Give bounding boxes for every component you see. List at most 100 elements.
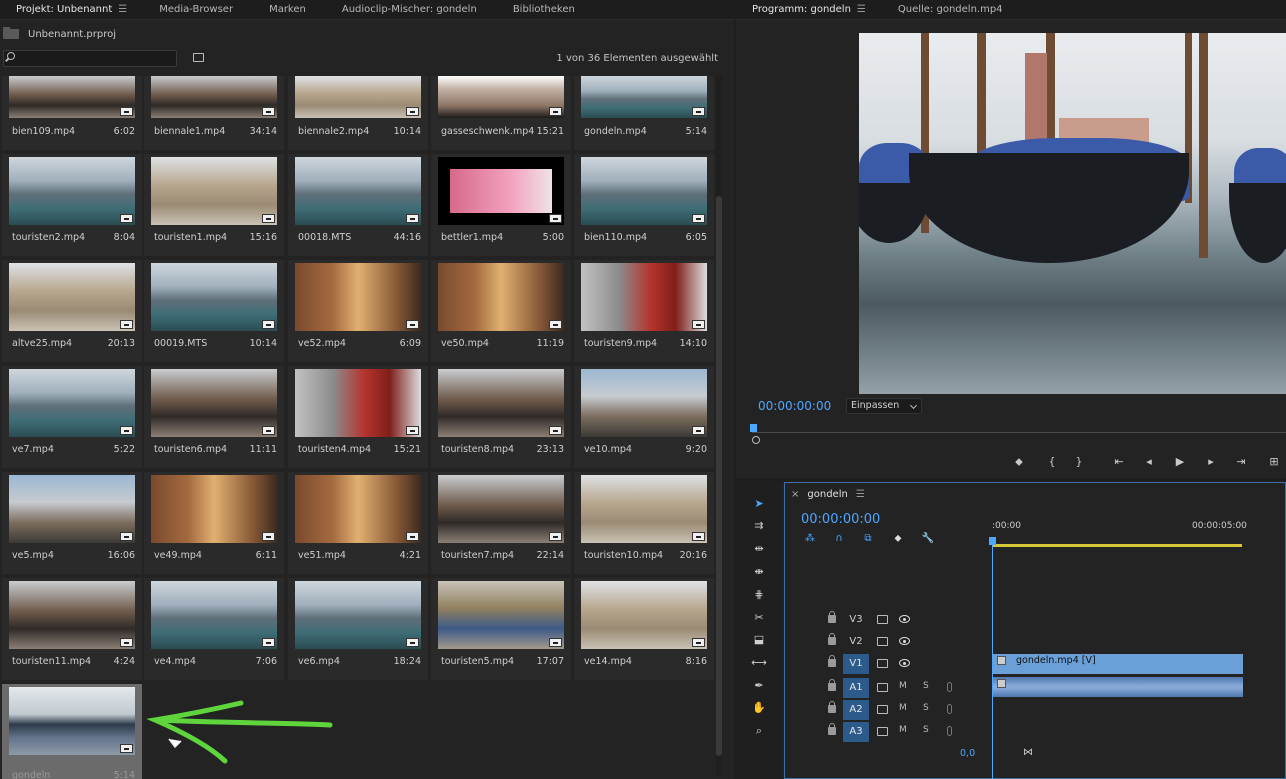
pen-tool-icon[interactable]: ✒ [751,678,767,694]
mark-out-icon[interactable]: } [1071,454,1087,470]
media-item[interactable]: ve14.mp4 8:16 [574,578,714,680]
slide-tool-icon[interactable]: ⟷ [751,655,767,671]
sequence-timecode[interactable]: 00:00:00:00 [801,512,880,527]
go-to-out-icon[interactable]: ⇥ [1233,454,1249,470]
project-scrollbar[interactable] [716,76,722,776]
new-bin-icon[interactable] [193,53,204,62]
tab-libraries[interactable]: Bibliotheken [493,0,591,20]
snap-icon[interactable]: ∩ [832,532,846,546]
media-item[interactable]: ve10.mp4 9:20 [574,366,714,468]
rolling-edit-tool-icon[interactable]: ⇼ [751,564,767,580]
media-item[interactable]: gondeln 5:14 [2,684,142,779]
media-item[interactable]: 00019.MTS 10:14 [144,260,284,362]
tab-sequence[interactable]: × gondeln ☰ [791,489,865,500]
media-item[interactable]: touristen9.mp4 14:10 [574,260,714,362]
media-item[interactable]: touristen7.mp4 22:14 [431,472,571,574]
sync-lock-icon[interactable] [877,637,888,646]
mute-button[interactable]: M [899,703,907,713]
step-forward-icon[interactable]: ▸ [1203,454,1219,470]
mute-button[interactable]: M [899,681,907,691]
media-item[interactable]: gondeln.mp4 5:14 [574,76,714,150]
media-item[interactable]: bien110.mp4 6:05 [574,154,714,256]
media-item[interactable]: touristen8.mp4 23:13 [431,366,571,468]
lock-icon[interactable] [828,655,836,667]
track-target-toggle[interactable]: A2 [843,700,869,720]
sync-lock-icon[interactable] [877,727,888,736]
lock-icon[interactable] [828,679,836,691]
step-back-icon[interactable]: ◂ [1141,454,1157,470]
audio-level-readout[interactable]: 0,0 [960,748,975,759]
solo-button[interactable]: S [923,725,929,735]
media-item[interactable]: ve49.mp4 6:11 [144,472,284,574]
voiceover-mic-icon[interactable] [947,682,952,692]
media-item[interactable]: ve5.mp4 16:06 [2,472,142,574]
hand-tool-icon[interactable]: ✋ [751,700,767,716]
work-area-bar[interactable] [992,544,1242,547]
playhead-knob-icon[interactable] [752,436,760,444]
rate-stretch-tool-icon[interactable]: ⋕ [751,587,767,603]
program-playhead[interactable] [750,424,757,432]
voiceover-mic-icon[interactable] [947,726,952,736]
track-target-toggle[interactable]: V3 [843,610,869,630]
linked-selection-icon[interactable]: ⧉ [861,532,875,546]
add-marker-icon[interactable]: ⬥ [891,532,905,546]
media-item[interactable]: ve50.mp4 11:19 [431,260,571,362]
media-item[interactable]: biennale1.mp4 34:14 [144,76,284,150]
slip-tool-icon[interactable]: ⬓ [751,632,767,648]
zoom-tool-icon[interactable]: ⌕ [751,723,767,739]
video-frame[interactable] [859,33,1286,394]
media-item[interactable]: touristen11.mp4 4:24 [2,578,142,680]
eye-icon[interactable] [899,637,910,645]
play-icon[interactable]: ▶ [1172,454,1188,470]
solo-button[interactable]: S [923,681,929,691]
media-item[interactable]: biennale2.mp4 10:14 [288,76,428,150]
media-item[interactable]: 00018.MTS 44:16 [288,154,428,256]
program-ruler[interactable] [752,422,1286,442]
selection-tool-icon[interactable]: ➤ [751,496,767,512]
tab-project[interactable]: Projekt: Unbenannt ☰ [0,0,143,20]
search-input[interactable] [3,50,177,67]
media-item[interactable]: touristen10.mp4 20:16 [574,472,714,574]
lock-icon[interactable] [828,633,836,645]
track-target-toggle[interactable]: A1 [843,678,869,698]
video-clip[interactable]: gondeln.mp4 [V] [993,654,1243,674]
media-item[interactable]: touristen4.mp4 15:21 [288,366,428,468]
fit-select[interactable]: Einpassen [846,398,922,414]
ripple-edit-tool-icon[interactable]: ⇹ [751,541,767,557]
media-item[interactable]: ve4.mp4 7:06 [144,578,284,680]
media-item[interactable]: touristen6.mp4 11:11 [144,366,284,468]
track-target-toggle[interactable]: A3 [843,722,869,742]
panel-menu-icon[interactable]: ☰ [857,4,866,15]
settings-wrench-icon[interactable]: 🔧 [921,532,935,546]
sync-lock-icon[interactable] [877,615,888,624]
sync-lock-icon[interactable] [877,705,888,714]
go-to-in-icon[interactable]: ⇤ [1111,454,1127,470]
panel-menu-icon[interactable]: ☰ [118,4,127,15]
media-item[interactable]: ve52.mp4 6:09 [288,260,428,362]
tab-media-browser[interactable]: Media-Browser [143,0,249,20]
sync-lock-icon[interactable] [877,683,888,692]
track-target-toggle[interactable]: V1 [843,654,869,674]
media-item[interactable]: touristen2.mp4 8:04 [2,154,142,256]
media-item[interactable]: ve7.mp4 5:22 [2,366,142,468]
lock-icon[interactable] [828,701,836,713]
lock-icon[interactable] [828,723,836,735]
sync-lock-icon[interactable] [877,659,888,668]
mark-in-icon[interactable]: { [1044,454,1060,470]
lift-icon[interactable]: ⊞ [1266,454,1282,470]
media-item[interactable]: touristen1.mp4 15:16 [144,154,284,256]
tab-program[interactable]: Programm: gondeln ☰ [736,0,882,20]
add-marker-icon[interactable]: ⬥ [1011,454,1027,470]
razor-tool-icon[interactable]: ✂ [751,610,767,626]
scroll-thumb[interactable] [716,196,722,756]
media-item[interactable]: altve25.mp4 20:13 [2,260,142,362]
media-item[interactable]: bettler1.mp4 5:00 [431,154,571,256]
media-item[interactable]: ve6.mp4 18:24 [288,578,428,680]
mute-button[interactable]: M [899,725,907,735]
eye-icon[interactable] [899,659,910,667]
solo-button[interactable]: S [923,703,929,713]
lock-icon[interactable] [828,611,836,623]
tab-source[interactable]: Quelle: gondeln.mp4 [882,0,1019,20]
tab-markers[interactable]: Marken [249,0,322,20]
media-item[interactable]: touristen5.mp4 17:07 [431,578,571,680]
